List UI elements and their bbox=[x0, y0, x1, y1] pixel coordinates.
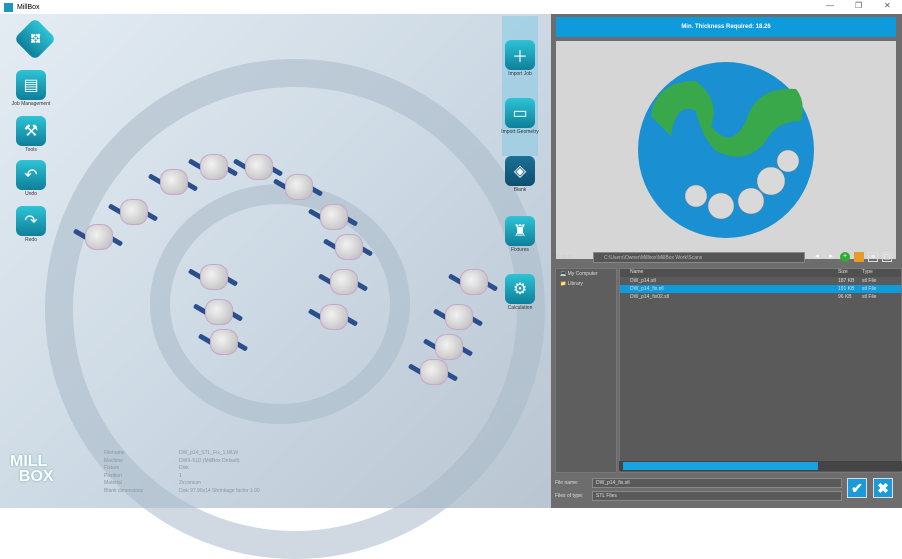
horizontal-scrollbar[interactable] bbox=[619, 461, 902, 471]
workflow-highlight bbox=[502, 16, 538, 156]
info-row: Fixture Disk bbox=[104, 465, 189, 471]
job-info: Filename DW_p14_STL_Fix_1.MLW Machine DWX-5… bbox=[104, 450, 260, 495]
ok-button[interactable]: ✔ bbox=[847, 478, 867, 498]
cancel-button[interactable]: ✖ bbox=[873, 478, 893, 498]
nav-pad[interactable]: ✥ bbox=[5, 17, 65, 61]
blank-circle bbox=[776, 149, 800, 173]
info-row: Filename DW_p14_STL_Fix_1.MLW bbox=[104, 450, 239, 456]
undo-button[interactable]: ↶ Undo bbox=[1, 160, 61, 197]
fixtures-button[interactable]: ♜ Fixtures bbox=[490, 216, 550, 253]
crown bbox=[435, 334, 463, 360]
app-icon bbox=[4, 2, 13, 12]
crown bbox=[320, 204, 348, 230]
add-icon[interactable]: + bbox=[840, 252, 850, 262]
crown bbox=[420, 359, 448, 385]
crown bbox=[335, 234, 363, 260]
file-list-header: Name Size Type bbox=[620, 269, 901, 277]
tools-icon: ⚒ bbox=[16, 116, 46, 146]
look-in-row: Look in: C:\Users\Owner\Millbox\MillBox … bbox=[556, 251, 892, 263]
undo-icon: ↶ bbox=[16, 160, 46, 190]
crown bbox=[245, 154, 273, 180]
import-geometry-button[interactable]: ▭ Import Geometry bbox=[490, 98, 550, 135]
folder-tree[interactable]: 💻 My Computer 📁 Library bbox=[555, 268, 617, 473]
calculation-button[interactable]: ⚙ Calculation bbox=[490, 274, 550, 311]
forward-button[interactable]: ▸ bbox=[826, 252, 836, 262]
column-type[interactable]: Type bbox=[862, 269, 892, 277]
scrollbar-thumb[interactable] bbox=[623, 462, 818, 470]
crown bbox=[120, 199, 148, 225]
geometry-icon: ▭ bbox=[505, 98, 535, 128]
crown bbox=[205, 299, 233, 325]
job-management-button[interactable]: ▤ Job Management bbox=[1, 70, 61, 107]
tools-button[interactable]: ⚒ Tools bbox=[1, 116, 61, 153]
thickness-header: Min. Thickness Required: 18.26 bbox=[556, 17, 896, 37]
crown bbox=[210, 329, 238, 355]
crown bbox=[445, 304, 473, 330]
column-size[interactable]: Size bbox=[838, 269, 862, 277]
new-folder-icon[interactable] bbox=[854, 252, 864, 262]
3d-viewport[interactable]: ✥ ▤ Job Management ⚒ Tools ↶ Undo ↷ Redo ＋ Im… bbox=[0, 14, 551, 559]
import-job-button[interactable]: ＋ Import Job bbox=[490, 40, 550, 77]
inner-ring bbox=[150, 184, 410, 424]
crown bbox=[160, 169, 188, 195]
close-button[interactable]: ✕ bbox=[884, 1, 891, 10]
document-icon: ▤ bbox=[16, 70, 46, 100]
file-name-input[interactable]: DW_p14_fix.stl bbox=[592, 477, 842, 488]
crown bbox=[200, 264, 228, 290]
file-row[interactable]: DW_p14_fix02.stl 96 KB stl File bbox=[620, 293, 901, 301]
list-view-icon[interactable]: ≡ bbox=[868, 252, 878, 262]
column-name[interactable]: Name bbox=[620, 269, 838, 277]
blank-icon: ◈ bbox=[505, 156, 535, 186]
info-row: Machine DWX-51D (MillBox Default) bbox=[104, 457, 240, 464]
file-row[interactable]: DW_p14.stl 187 KB stl File bbox=[620, 277, 901, 285]
blank-circle bbox=[684, 184, 708, 208]
minimize-button[interactable]: — bbox=[826, 1, 834, 10]
file-type-select[interactable]: STL Files bbox=[592, 490, 842, 501]
detail-view-icon[interactable]: ▢ bbox=[882, 252, 892, 262]
file-row[interactable]: DW_p14_fix.stl 191 KB stl File bbox=[620, 285, 901, 293]
window-title: MillBox bbox=[17, 3, 40, 11]
navigation-pad-icon: ✥ bbox=[13, 17, 57, 61]
file-name-row: File name: DW_p14_fix.stl bbox=[555, 477, 845, 488]
back-button[interactable]: ◂ bbox=[812, 252, 822, 262]
title-bar: MillBox — ❐ ✕ bbox=[0, 0, 902, 14]
info-row: Position 1 bbox=[104, 472, 182, 479]
calculate-icon: ⚙ bbox=[505, 274, 535, 304]
file-list[interactable]: Name Size Type DW_p14.stl 187 KB stl File D… bbox=[619, 268, 902, 473]
crown bbox=[460, 269, 488, 295]
millbox-logo: MILL BOX bbox=[10, 453, 54, 485]
blank-button[interactable]: ◈ Blank bbox=[490, 156, 550, 193]
path-combo[interactable]: C:\Users\Owner\Millbox\MillBox Work\Scan… bbox=[593, 251, 805, 263]
info-row: Blank dimensions Disk 97.90x14 Shrinkage … bbox=[104, 487, 260, 494]
fixture-icon: ♜ bbox=[505, 216, 535, 246]
crown bbox=[330, 269, 358, 295]
blank-circle bbox=[737, 187, 765, 215]
disk-preview bbox=[556, 41, 896, 259]
crown bbox=[285, 174, 313, 200]
blank-circle bbox=[707, 192, 735, 220]
crown bbox=[200, 154, 228, 180]
redo-icon: ↷ bbox=[16, 206, 46, 236]
maximize-button[interactable]: ❐ bbox=[855, 1, 862, 10]
redo-button[interactable]: ↷ Redo bbox=[1, 206, 61, 243]
add-file-icon: ＋ bbox=[505, 40, 535, 70]
tree-item-library[interactable]: 📁 Library bbox=[556, 279, 616, 289]
file-panel: Min. Thickness Required: 18.26 Look in: … bbox=[551, 14, 902, 508]
crown bbox=[320, 304, 348, 330]
crown bbox=[85, 224, 113, 250]
file-type-row: Files of type: STL Files bbox=[555, 490, 845, 501]
tree-item-my-computer[interactable]: 💻 My Computer bbox=[556, 269, 616, 279]
info-row: Material Zirconium bbox=[104, 480, 201, 486]
blank-circle bbox=[756, 166, 786, 196]
